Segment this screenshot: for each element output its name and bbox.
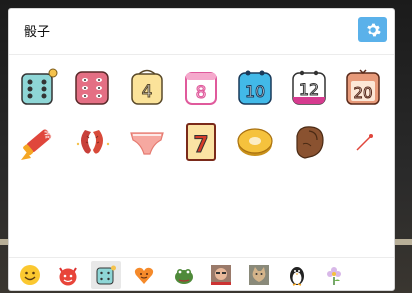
fist-icon xyxy=(296,126,324,159)
svg-text:寄: 寄 xyxy=(44,129,53,141)
dice-icon xyxy=(21,68,58,105)
tab-smiley[interactable] xyxy=(15,261,45,289)
calendar-8-icon: 8 xyxy=(185,72,217,105)
tab-frog[interactable] xyxy=(169,261,199,289)
penguin-icon xyxy=(290,267,304,286)
calendar-12-label: 12 xyxy=(299,80,319,99)
underwear-icon xyxy=(130,132,164,155)
settings-button[interactable] xyxy=(358,17,387,42)
panel-header: 骰子 xyxy=(9,9,394,55)
calendar-8-label: 8 xyxy=(196,83,207,103)
panel-title: 骰子 xyxy=(24,25,51,40)
sausage-icon xyxy=(76,130,110,154)
sticker-dice[interactable] xyxy=(19,67,59,107)
pin-icon xyxy=(356,134,373,151)
sticker-fist[interactable] xyxy=(289,122,329,162)
tab-heart-face[interactable] xyxy=(129,261,159,289)
tab-flower[interactable] xyxy=(319,261,349,289)
tab-penguin[interactable] xyxy=(282,261,312,289)
smiley-icon xyxy=(20,265,40,285)
tab-dice[interactable] xyxy=(91,261,121,289)
sticker-calendar-20[interactable]: 20 xyxy=(343,67,383,107)
frog-icon xyxy=(175,269,193,284)
slot-seven-label: 7 xyxy=(193,133,208,158)
sticker-sausage[interactable] xyxy=(73,122,113,162)
heart-face-icon xyxy=(134,267,154,284)
photo-icon xyxy=(211,265,231,285)
calendar-12-icon: 12 xyxy=(292,70,326,105)
sticker-underwear[interactable] xyxy=(127,122,167,162)
calendar-4-icon: 4 xyxy=(131,69,163,105)
sticker-calendar-12[interactable]: 12 xyxy=(289,67,329,107)
category-tab-bar xyxy=(9,257,394,293)
tab-photo[interactable] xyxy=(206,261,236,289)
flower-icon xyxy=(327,267,341,285)
sticker-slot-seven[interactable]: 7 xyxy=(181,122,221,162)
sticker-firecracker[interactable]: 寄 xyxy=(19,122,59,162)
gear-icon xyxy=(366,23,381,36)
calendar-10-icon: 10 xyxy=(238,70,272,105)
tab-cat-photo[interactable] xyxy=(244,261,274,289)
calendar-20-icon: 20 xyxy=(346,69,380,105)
sticker-calendar-10[interactable]: 10 xyxy=(235,67,275,107)
sticker-panel: 骰子 4 8 10 12 20 寄 7 xyxy=(8,8,395,291)
sticker-coin[interactable] xyxy=(235,122,275,162)
coin-icon xyxy=(237,128,273,156)
sticker-calendar-4[interactable]: 4 xyxy=(127,67,167,107)
sticker-pin[interactable] xyxy=(343,122,383,162)
calendar-20-label: 20 xyxy=(353,84,372,102)
devil-icon xyxy=(59,267,77,286)
sticker-pink-dice[interactable] xyxy=(73,67,113,107)
sticker-calendar-8[interactable]: 8 xyxy=(181,67,221,107)
dice-tab-icon xyxy=(96,265,116,285)
pink-dice-icon xyxy=(75,71,109,105)
cat-photo-icon xyxy=(249,265,269,285)
firecracker-icon: 寄 xyxy=(21,129,53,160)
tab-devil[interactable] xyxy=(53,261,83,289)
calendar-4-label: 4 xyxy=(142,82,153,102)
calendar-10-label: 10 xyxy=(245,82,265,101)
slot-seven-icon: 7 xyxy=(186,123,216,161)
